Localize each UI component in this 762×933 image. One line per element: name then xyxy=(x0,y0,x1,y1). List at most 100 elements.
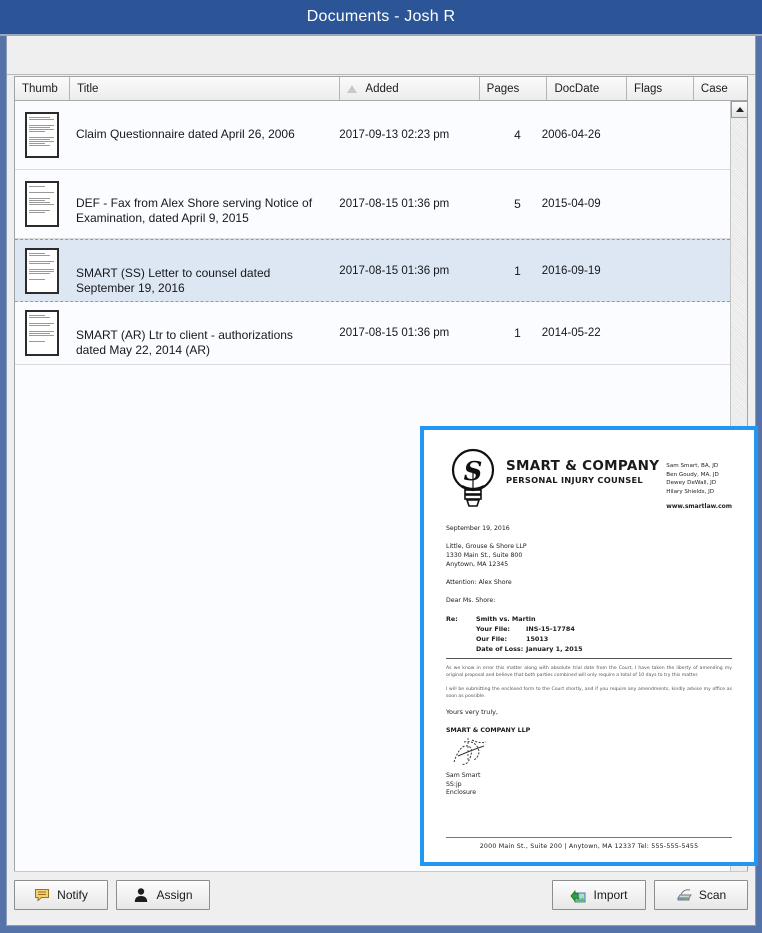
column-header-added[interactable]: Added xyxy=(340,77,480,100)
table-row[interactable]: SMART (SS) Letter to counsel dated Septe… xyxy=(15,239,730,302)
row-title: SMART (AR) Ltr to client - authorization… xyxy=(75,328,293,357)
row-pages: 1 xyxy=(514,326,521,340)
page-footer: 2000 Main St., Suite 200 | Anytown, MA 1… xyxy=(446,837,732,850)
enclosure-note: Enclosure xyxy=(446,789,477,796)
row-flags xyxy=(613,240,678,301)
row-case xyxy=(678,170,730,238)
triangle-up-icon xyxy=(735,107,744,112)
letterhead: S SMART & COMPANY PERSONAL INJURY COUNSE… xyxy=(446,446,732,512)
column-header-thumb-label: Thumb xyxy=(22,82,58,95)
row-case xyxy=(678,302,730,364)
re-divider xyxy=(446,658,732,659)
row-added: 2017-08-15 01:36 pm xyxy=(339,327,450,339)
re-key: Our File: xyxy=(476,635,507,643)
import-image-icon xyxy=(570,889,586,902)
re-key: Your File: xyxy=(476,625,510,633)
document-preview-panel[interactable]: S SMART & COMPANY PERSONAL INJURY COUNSE… xyxy=(420,426,758,866)
recipient-line: 1330 Main St., Suite 800 xyxy=(446,552,523,559)
lawyer-name: Hilary Shields, JD xyxy=(666,488,715,495)
recipient-line: Little, Grouse & Shore LLP xyxy=(446,543,527,550)
column-header-case[interactable]: Case xyxy=(693,77,747,100)
document-thumbnail-icon xyxy=(24,112,59,158)
column-header-title[interactable]: Title xyxy=(70,77,341,100)
lawyer-name: Sam Smart, BA, JD xyxy=(666,463,719,469)
salutation: Dear Ms. Shore: xyxy=(446,597,496,604)
signer-name: Sam Smart xyxy=(446,772,481,779)
row-docdate: 2014-05-22 xyxy=(541,327,601,339)
re-value: January 1, 2015 xyxy=(526,645,583,653)
document-thumbnail-icon xyxy=(24,247,59,294)
row-title: Claim Questionnaire dated April 26, 2006 xyxy=(75,127,295,141)
signature-firm-name: SMART & COMPANY LLP xyxy=(446,727,531,734)
column-header-pages[interactable]: Pages xyxy=(479,77,548,100)
re-block: Re: Smith vs. Martin Your File: INS-15-1… xyxy=(446,614,732,654)
signature-block: Sam Smart SS:jp Enclosure xyxy=(446,772,732,798)
table-row[interactable]: Claim Questionnaire dated April 26, 2006… xyxy=(15,101,730,170)
table-row[interactable]: SMART (AR) Ltr to client - authorization… xyxy=(15,302,730,365)
window-title: Documents - Josh R xyxy=(306,8,456,25)
notify-button-label: Notify xyxy=(57,887,88,902)
re-key: Date of Loss: xyxy=(476,645,524,653)
row-pages: 1 xyxy=(514,263,521,278)
column-header-docdate[interactable]: DocDate xyxy=(547,77,628,100)
row-thumbnail-cell[interactable] xyxy=(15,240,69,301)
documents-window: Documents - Josh R Thumb Title Added Pag… xyxy=(0,0,762,933)
row-case xyxy=(678,240,730,301)
document-thumbnail-icon xyxy=(24,181,59,227)
import-button-label: Import xyxy=(593,887,628,902)
recipient-line: Anytown, MA 12345 xyxy=(446,561,509,568)
row-added: 2017-08-15 01:36 pm xyxy=(339,198,450,210)
row-pages: 5 xyxy=(514,197,521,211)
firm-name: SMART & COMPANY xyxy=(506,458,660,474)
re-matter: Smith vs. Martin xyxy=(476,615,536,623)
scan-button-label: Scan xyxy=(698,887,727,902)
letter-body: September 19, 2016 Little, Grouse & Shor… xyxy=(446,524,732,798)
row-case xyxy=(678,101,730,169)
firm-subtitle: PERSONAL INJURY COUNSEL xyxy=(506,475,643,485)
row-title: SMART (SS) Letter to counsel dated Septe… xyxy=(75,266,271,295)
grid-header-row: Thumb Title Added Pages DocDate Flags Ca… xyxy=(15,77,747,101)
column-header-added-label: Added xyxy=(365,82,399,95)
re-label: Re: xyxy=(446,615,458,623)
person-icon xyxy=(135,887,148,902)
row-thumbnail-cell[interactable] xyxy=(15,170,69,238)
letter-date: September 19, 2016 xyxy=(446,525,510,532)
scan-button[interactable]: Scan xyxy=(654,879,748,910)
attention-line: Attention: Alex Shore xyxy=(446,579,512,586)
svg-text:S: S xyxy=(464,457,483,487)
re-value: 15013 xyxy=(526,635,549,643)
notify-button[interactable]: Notify xyxy=(14,879,108,910)
import-button[interactable]: Import xyxy=(552,879,646,910)
letter-paragraph: I will be submitting the enclosed form t… xyxy=(446,687,732,699)
row-title: DEF - Fax from Alex Shore serving Notice… xyxy=(75,196,313,225)
lawyer-name: Ben Goudy, MA, JD xyxy=(666,471,719,478)
column-header-flags[interactable]: Flags xyxy=(627,77,694,100)
assign-button-label: Assign xyxy=(156,887,193,902)
top-toolbar xyxy=(7,36,755,75)
column-header-flags-label: Flags xyxy=(634,82,663,95)
row-flags xyxy=(613,302,678,364)
row-docdate: 2015-04-09 xyxy=(541,198,601,210)
column-header-case-label: Case xyxy=(700,82,728,95)
column-header-title-label: Title xyxy=(77,82,99,95)
window-body: Thumb Title Added Pages DocDate Flags Ca… xyxy=(6,36,758,926)
handwritten-signature-icon xyxy=(453,738,487,765)
table-row[interactable]: DEF - Fax from Alex Shore serving Notice… xyxy=(15,170,730,239)
row-flags xyxy=(613,170,678,238)
firm-website: www.smartlaw.com xyxy=(666,503,732,510)
row-thumbnail-cell[interactable] xyxy=(15,302,69,364)
lightbulb-s-logo-icon: S xyxy=(451,448,495,507)
row-flags xyxy=(613,101,678,169)
preview-page: S SMART & COMPANY PERSONAL INJURY COUNSE… xyxy=(424,430,754,862)
lawyer-list: Sam Smart, BA, JD Ben Goudy, MA, JD Dewe… xyxy=(666,446,732,512)
column-header-docdate-label: DocDate xyxy=(554,82,600,95)
row-thumbnail-cell[interactable] xyxy=(15,101,69,169)
row-added: 2017-09-13 02:23 pm xyxy=(339,129,450,141)
bottom-button-bar: Notify Assign Import Scan xyxy=(14,871,748,917)
column-header-thumb[interactable]: Thumb xyxy=(15,77,71,100)
scanner-icon xyxy=(676,888,692,900)
assign-button[interactable]: Assign xyxy=(116,879,210,910)
scroll-up-button[interactable] xyxy=(731,101,747,118)
letter-closing: Yours very truly, xyxy=(446,708,498,716)
document-thumbnail-icon xyxy=(24,310,59,356)
